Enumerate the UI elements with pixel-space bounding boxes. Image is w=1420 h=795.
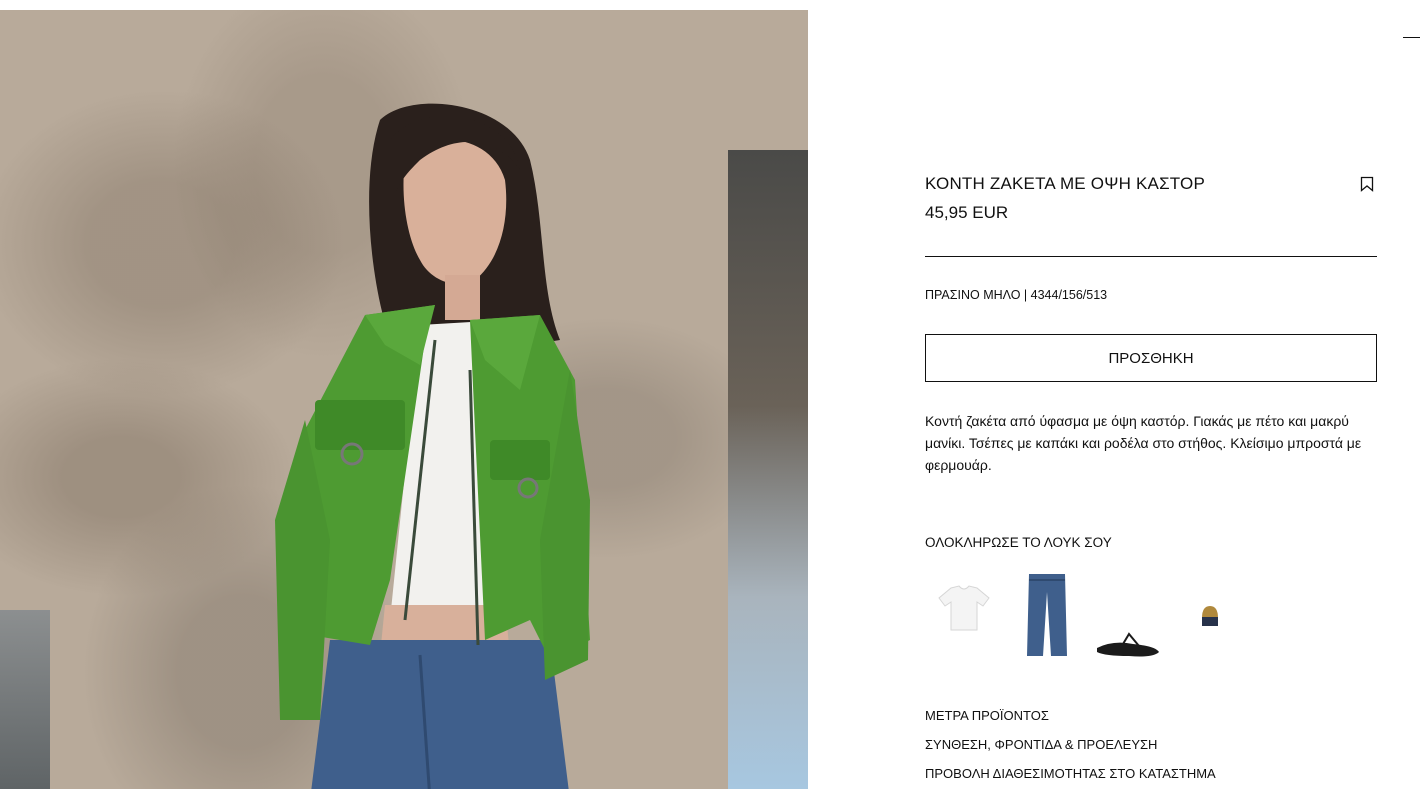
white-tshirt-thumbnail[interactable] xyxy=(937,584,991,634)
product-price: 45,95 EUR xyxy=(925,203,1009,222)
divider xyxy=(925,256,1377,257)
background-window xyxy=(728,150,808,789)
link-product-measurements[interactable]: ΜΕΤΡΑ ΠΡΟΪΟΝΤΟΣ xyxy=(925,708,1216,737)
complete-look-list xyxy=(925,570,1245,662)
background-pavement xyxy=(0,610,50,789)
close-icon[interactable] xyxy=(1403,37,1420,38)
product-info-links: ΜΕΤΡΑ ΠΡΟΪΟΝΤΟΣ ΣΥΝΘΕΣΗ, ΦΡΟΝΤΙΔΑ & ΠΡΟΕ… xyxy=(925,708,1216,795)
bookmark-icon[interactable] xyxy=(1360,176,1374,192)
product-title: ΚΟΝΤΗ ΖΑΚΕΤΑ ΜΕ ΟΨΗ ΚΑΣΤΟΡ xyxy=(925,174,1206,193)
beanie-hat-thumbnail[interactable] xyxy=(1199,604,1221,628)
color-reference: ΠΡΑΣΙΝΟ ΜΗΛΟ | 4344/156/513 xyxy=(925,288,1108,302)
black-sandals-thumbnail[interactable] xyxy=(1093,630,1163,660)
model-figure xyxy=(275,103,590,789)
blue-jeans-thumbnail[interactable] xyxy=(1025,572,1069,658)
link-composition-care-origin[interactable]: ΣΥΝΘΕΣΗ, ΦΡΟΝΤΙΔΑ & ΠΡΟΕΛΕΥΣΗ xyxy=(925,737,1216,766)
product-image xyxy=(0,10,808,789)
product-description: Κοντή ζακέτα από ύφασμα με όψη καστόρ. Γ… xyxy=(925,413,1362,473)
complete-look-heading: ΟΛΟΚΛΗΡΩΣΕ ΤΟ ΛΟΥΚ ΣΟΥ xyxy=(925,535,1112,550)
link-store-availability[interactable]: ΠΡΟΒΟΛΗ ΔΙΑΘΕΣΙΜΟΤΗΤΑΣ ΣΤΟ ΚΑΤΑΣΤΗΜΑ xyxy=(925,766,1216,795)
add-to-cart-button[interactable]: ΠΡΟΣΘΗΚΗ xyxy=(925,334,1377,382)
